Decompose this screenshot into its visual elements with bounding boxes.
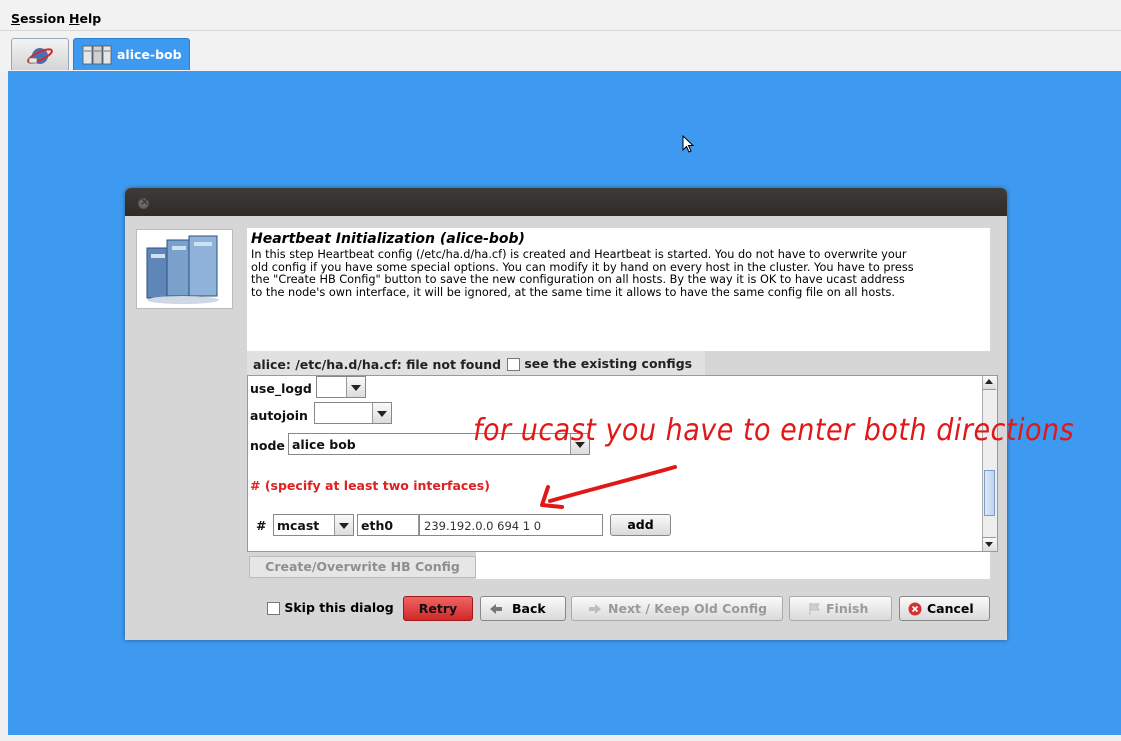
servers-icon xyxy=(82,45,112,65)
tab-home[interactable] xyxy=(11,38,69,70)
cluster-home-icon xyxy=(27,48,53,64)
cancel-icon xyxy=(908,602,922,616)
annotation-text: for ucast you have to enter both directi… xyxy=(473,413,1075,448)
autojoin-select[interactable] xyxy=(314,402,392,424)
description-panel: Heartbeat Initialization (alice-bob) In … xyxy=(247,228,990,351)
vertical-scrollbar[interactable] xyxy=(982,376,997,551)
finish-button[interactable]: Finish xyxy=(789,596,892,621)
next-keep-config-button[interactable]: Next / Keep Old Config xyxy=(571,596,783,621)
dialog-close-icon[interactable] xyxy=(138,195,149,209)
tab-alice-bob-label: alice-bob xyxy=(117,47,182,62)
description-line: In this step Heartbeat config (/etc/ha.d… xyxy=(251,248,907,261)
back-button[interactable]: Back xyxy=(480,596,566,621)
use-logd-select[interactable] xyxy=(316,376,366,398)
scrollbar-thumb[interactable] xyxy=(984,470,995,516)
scroll-up-icon[interactable] xyxy=(983,376,996,390)
interface-hash-label: # xyxy=(256,518,267,533)
back-arrow-icon xyxy=(490,604,502,614)
menu-session[interactable]: Session xyxy=(11,11,65,26)
see-existing-configs-checkbox[interactable]: see the existing configs xyxy=(507,356,692,371)
scroll-down-icon[interactable] xyxy=(983,537,996,551)
create-overwrite-config-button[interactable]: Create/Overwrite HB Config xyxy=(249,556,476,578)
skip-dialog-checkbox[interactable]: Skip this dialog xyxy=(267,600,394,615)
chevron-down-icon xyxy=(372,403,391,423)
tab-alice-bob[interactable]: alice-bob xyxy=(73,38,190,70)
dialog-titlebar xyxy=(125,188,1007,216)
finish-flag-icon xyxy=(809,603,820,615)
autojoin-label: autojoin xyxy=(250,408,308,423)
dialog-description: In this step Heartbeat config (/etc/ha.d… xyxy=(251,248,991,299)
description-line: to the node's own interface, it will be … xyxy=(251,285,896,299)
config-status-text: alice: /etc/ha.d/ha.cf: file not found xyxy=(253,357,502,372)
cluster-boxes-icon xyxy=(146,235,219,304)
status-line xyxy=(0,735,1121,741)
config-status-bar: alice: /etc/ha.d/ha.cf: file not found s… xyxy=(247,351,705,375)
tab-strip: alice-bob xyxy=(0,30,1121,72)
menu-help[interactable]: Help xyxy=(69,11,101,26)
wizard-image xyxy=(136,229,233,309)
chevron-down-icon xyxy=(346,377,365,397)
create-config-row xyxy=(476,552,990,579)
cancel-button[interactable]: Cancel xyxy=(899,596,990,621)
address-input[interactable]: 239.192.0.0 694 1 0 xyxy=(419,514,603,536)
description-line: the "Create HB Config" button to save th… xyxy=(251,273,905,286)
chevron-down-icon xyxy=(334,515,353,535)
interfaces-hint: # (specify at least two interfaces) xyxy=(250,478,490,493)
node-label: node xyxy=(250,438,285,453)
retry-button[interactable]: Retry xyxy=(403,596,473,621)
mouse-pointer-icon xyxy=(682,135,695,153)
use-logd-label: use_logd xyxy=(250,381,312,396)
heartbeat-type-select[interactable]: mcast xyxy=(273,514,354,536)
dialog-heading: Heartbeat Initialization (alice-bob) xyxy=(251,231,525,247)
add-interface-button[interactable]: add xyxy=(610,514,671,536)
menu-bar: Session Help xyxy=(0,0,1121,30)
annotation-arrow-icon xyxy=(540,465,677,509)
next-arrow-icon xyxy=(589,604,601,614)
